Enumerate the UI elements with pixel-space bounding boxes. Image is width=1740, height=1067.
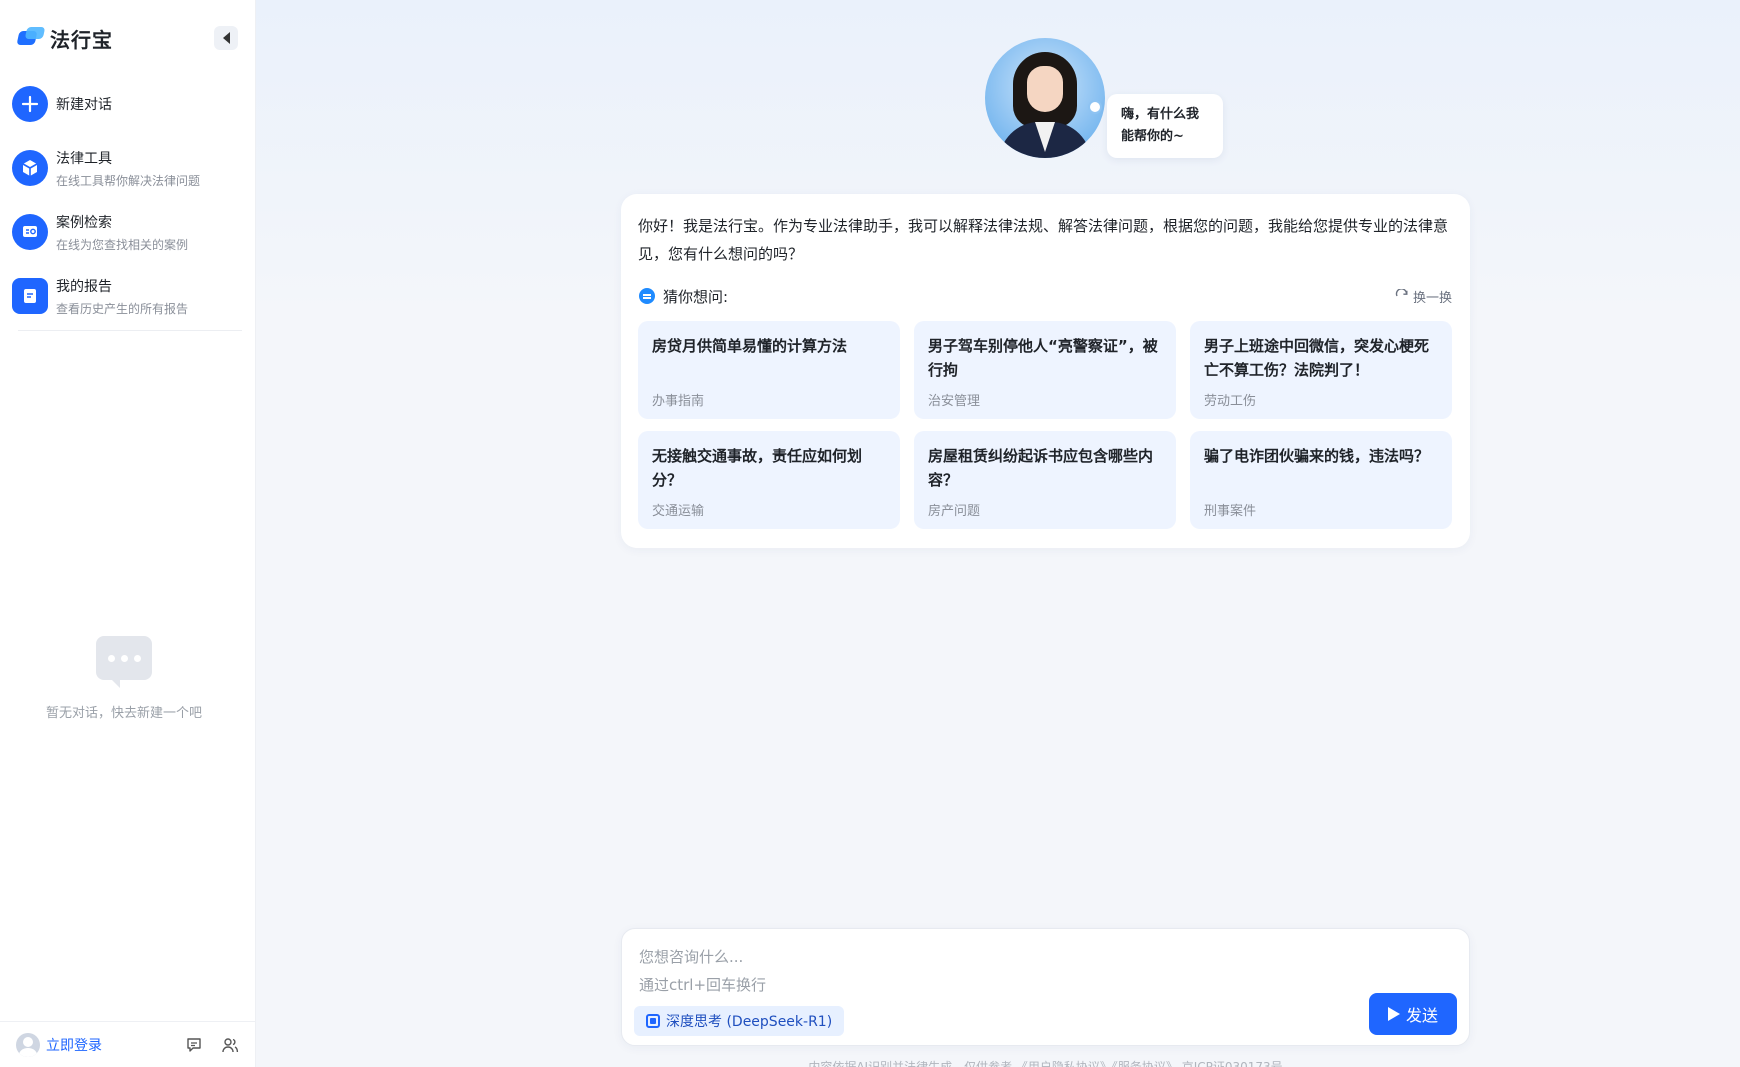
suggestion-card[interactable]: 骗了电诈团伙骗来的钱，违法吗？ 刑事案件	[1190, 431, 1452, 529]
chat-input-box[interactable]: 您想咨询什么... 通过ctrl+回车换行 深度思考 (DeepSeek-R1)…	[621, 928, 1470, 1046]
case-search-icon	[12, 214, 48, 250]
sidebar: 法行宝 新建对话 法律工具 在线工具帮你解决法律问题 案例检索 在线为您查找相关…	[0, 0, 256, 1067]
sidebar-item-subtitle: 查看历史产生的所有报告	[56, 301, 189, 316]
sidebar-item-label: 我的报告	[56, 278, 112, 295]
caret-left-icon	[222, 32, 230, 44]
assistant-avatar	[985, 38, 1105, 158]
deep-think-icon	[646, 1014, 660, 1028]
sidebar-item-subtitle: 在线为您查找相关的案例	[56, 237, 189, 252]
refresh-icon	[1395, 289, 1409, 303]
sidebar-item-label: 案例检索	[56, 214, 112, 231]
suggestion-category: 治安管理	[928, 394, 981, 409]
logo-row: 法行宝	[16, 24, 238, 52]
sidebar-item-case-search[interactable]: 案例检索 在线为您查找相关的案例	[12, 208, 244, 256]
suggestion-category: 房产问题	[928, 504, 981, 519]
deep-think-toggle[interactable]: 深度思考 (DeepSeek-R1)	[634, 1006, 845, 1036]
suggestion-card[interactable]: 无接触交通事故，责任应如何划分？ 交通运输	[638, 431, 900, 529]
sidebar-item-label: 法律工具	[56, 150, 112, 167]
suggestion-title: 房屋租赁纠纷起诉书应包含哪些内容？	[928, 447, 1154, 489]
new-chat-button[interactable]: 新建对话	[12, 80, 244, 128]
chat-icon	[639, 288, 655, 304]
send-icon	[1387, 1007, 1400, 1021]
chat-input-placeholder[interactable]: 您想咨询什么... 通过ctrl+回车换行	[639, 943, 766, 999]
refresh-label: 换一换	[1412, 290, 1452, 306]
empty-state: 暂无对话，快去新建一个吧	[0, 636, 248, 721]
deep-think-label: 深度思考 (DeepSeek-R1)	[666, 1014, 833, 1030]
suggestions-title: 猜你想问:	[663, 287, 729, 306]
suggestion-category: 刑事案件	[1204, 504, 1257, 519]
user-group-icon[interactable]	[220, 1035, 240, 1055]
sidebar-item-legal-tools[interactable]: 法律工具 在线工具帮你解决法律问题	[12, 144, 244, 192]
suggestion-title: 男子上班途中回微信，突发心梗死亡不算工伤？法院判了！	[1204, 337, 1430, 379]
suggestion-grid: 房贷月供简单易懂的计算方法 办事指南 男子驾车别停他人“亮警察证”，被行拘 治安…	[638, 321, 1453, 529]
collapse-sidebar-button[interactable]	[214, 26, 238, 50]
welcome-message: 你好！我是法行宝。作为专业法律助手，我可以解释法律法规、解答法律问题，根据您的问…	[638, 217, 1449, 263]
sidebar-item-my-reports[interactable]: 我的报告 查看历史产生的所有报告	[12, 272, 244, 320]
welcome-card: 你好！我是法行宝。作为专业法律助手，我可以解释法律法规、解答法律问题，根据您的问…	[621, 194, 1470, 548]
sidebar-footer: 立即登录	[0, 1021, 256, 1067]
cube-icon	[12, 150, 48, 186]
suggestion-title: 无接触交通事故，责任应如何划分？	[652, 447, 863, 489]
new-chat-label: 新建对话	[56, 97, 112, 113]
greeting-bubble: 嗨，有什么我能帮你的~	[1107, 94, 1223, 158]
chat-bubble-icon	[96, 636, 152, 688]
suggestion-category: 交通运输	[652, 504, 705, 519]
suggestion-title: 男子驾车别停他人“亮警察证”，被行拘	[928, 337, 1158, 379]
refresh-suggestions-button[interactable]: 换一换	[1395, 287, 1452, 306]
report-icon	[12, 278, 48, 314]
suggestion-title: 骗了电诈团伙骗来的钱，违法吗？	[1204, 447, 1430, 465]
suggestion-title: 房贷月供简单易懂的计算方法	[652, 337, 848, 355]
suggestions-header: 猜你想问: 换一换	[639, 284, 1452, 308]
sidebar-item-subtitle: 在线工具帮你解决法律问题	[56, 173, 201, 188]
disclaimer-text: 内容依据AI识别并法律生成，仅供参考 《用户隐私协议》《服务协议》 京ICP证0…	[808, 1060, 1283, 1067]
send-label: 发送	[1405, 1006, 1438, 1025]
suggestion-card[interactable]: 男子驾车别停他人“亮警察证”，被行拘 治安管理	[914, 321, 1176, 419]
send-button[interactable]: 发送	[1369, 993, 1457, 1035]
feedback-icon[interactable]	[184, 1035, 204, 1055]
login-link[interactable]: 立即登录	[46, 1035, 102, 1055]
app-name: 法行宝	[50, 27, 113, 52]
empty-state-text: 暂无对话，快去新建一个吧	[45, 706, 202, 721]
suggestion-card[interactable]: 男子上班途中回微信，突发心梗死亡不算工伤？法院判了！ 劳动工伤	[1190, 321, 1452, 419]
suggestion-card[interactable]: 房贷月供简单易懂的计算方法 办事指南	[638, 321, 900, 419]
suggestion-category: 劳动工伤	[1204, 394, 1257, 409]
avatar[interactable]	[16, 1032, 40, 1057]
suggestion-category: 办事指南	[652, 394, 705, 409]
online-status-dot	[1088, 100, 1102, 114]
logo-icon	[16, 27, 46, 49]
plus-icon	[12, 86, 48, 122]
suggestion-card[interactable]: 房屋租赁纠纷起诉书应包含哪些内容？ 房产问题	[914, 431, 1176, 529]
sidebar-divider	[18, 330, 242, 331]
